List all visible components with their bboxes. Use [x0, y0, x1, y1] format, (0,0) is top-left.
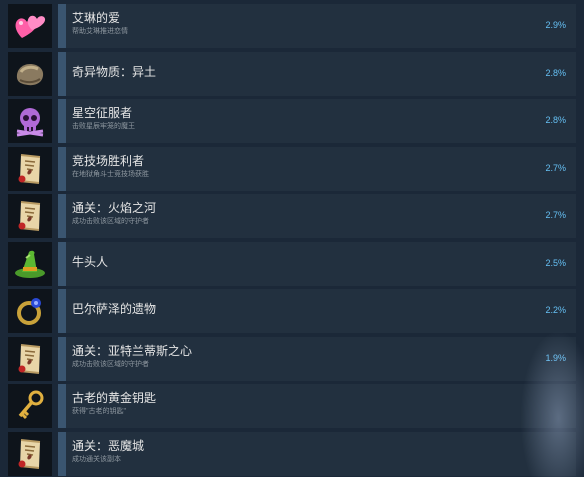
unlock-percent: 2.2%	[545, 305, 566, 315]
progress-fill	[58, 147, 66, 191]
achievement-description: 在地狱角斗士竞技场获胜	[72, 171, 149, 178]
ring-icon	[8, 289, 52, 333]
achievement-row[interactable]: 牛头人 2.5%	[8, 242, 576, 286]
achievement-row[interactable]: 通关：火焰之河成功击败该区域的守护者 2.7%	[8, 194, 576, 238]
achievement-list: 艾琳的爱 帮助艾琳推进恋情 2.9% 奇异物质：异土 2.8% 星空征服者 击败星辰牢笼的魔…	[0, 0, 584, 477]
progress-fill	[58, 337, 66, 381]
progress-fill	[58, 432, 66, 476]
achievement-row[interactable]: 通关：亚特兰蒂斯之心成功击败该区域的守护者 1.9%	[8, 337, 576, 381]
achievement-description: 成功通关该副本	[72, 456, 121, 463]
unlock-percent: 2.5%	[545, 258, 566, 268]
unlock-percent: 2.8%	[545, 68, 566, 78]
unlock-percent: 2.9%	[545, 20, 566, 30]
progress-bar: 奇异物质：异土 2.8%	[58, 52, 576, 96]
achievement-title: 星空征服者	[72, 106, 133, 120]
key-icon	[8, 384, 52, 428]
unlock-percent: 1.9%	[545, 353, 566, 363]
progress-bar: 巴尔萨泽的遗物 2.2%	[58, 289, 576, 333]
achievement-title: 艾琳的爱	[72, 11, 121, 25]
achievement-title: 奇异物质：异土	[72, 65, 157, 79]
achievement-title: 巴尔萨泽的遗物	[72, 302, 157, 316]
achievement-row[interactable]: 巴尔萨泽的遗物 2.2%	[8, 289, 576, 333]
achievement-row[interactable]: 通关：恶魔城成功通关该副本	[8, 432, 576, 476]
achievement-description: 成功击败该区域的守护者	[72, 218, 149, 225]
progress-fill	[58, 52, 66, 96]
scroll-icon	[8, 147, 52, 191]
progress-fill	[58, 242, 66, 286]
achievement-row[interactable]: 星空征服者击败星辰牢笼的魔王 2.8%	[8, 99, 576, 143]
achievement-description: 成功击败该区域的守护者	[72, 361, 149, 368]
achievement-description: 击败星辰牢笼的魔王	[72, 123, 135, 130]
progress-bar: 艾琳的爱帮助艾琳推进恋情 2.9%	[58, 4, 576, 48]
achievement-description: 获得"古老的钥匙"	[72, 408, 126, 415]
progress-fill	[58, 384, 66, 428]
witch-hat-icon	[8, 242, 52, 286]
progress-bar: 星空征服者击败星辰牢笼的魔王 2.8%	[58, 99, 576, 143]
unlock-percent: 2.7%	[545, 163, 566, 173]
scroll-icon	[8, 337, 52, 381]
hearts-icon	[8, 4, 52, 48]
rock-icon	[8, 52, 52, 96]
achievement-title: 通关：亚特兰蒂斯之心	[72, 344, 193, 358]
unlock-percent: 2.8%	[545, 115, 566, 125]
progress-fill	[58, 289, 66, 333]
skull-icon	[8, 99, 52, 143]
achievement-row[interactable]: 奇异物质：异土 2.8%	[8, 52, 576, 96]
achievement-title: 通关：火焰之河	[72, 201, 157, 215]
scroll-icon	[8, 194, 52, 238]
scroll-icon	[8, 432, 52, 476]
achievement-title: 通关：恶魔城	[72, 439, 145, 453]
achievement-row[interactable]: 艾琳的爱帮助艾琳推进恋情 2.9%	[8, 4, 576, 48]
progress-bar: 通关：火焰之河成功击败该区域的守护者 2.7%	[58, 194, 576, 238]
achievement-row[interactable]: 竞技场胜利者在地狱角斗士竞技场获胜 2.7%	[8, 147, 576, 191]
unlock-percent: 2.7%	[545, 210, 566, 220]
achievement-title: 竞技场胜利者	[72, 154, 145, 168]
achievement-description: 帮助艾琳推进恋情	[72, 28, 128, 35]
progress-bar: 古老的黄金钥匙获得"古老的钥匙"	[58, 384, 576, 428]
progress-bar: 通关：恶魔城成功通关该副本	[58, 432, 576, 476]
progress-bar: 通关：亚特兰蒂斯之心成功击败该区域的守护者 1.9%	[58, 337, 576, 381]
achievement-title: 牛头人	[72, 255, 109, 269]
progress-bar: 竞技场胜利者在地狱角斗士竞技场获胜 2.7%	[58, 147, 576, 191]
progress-fill	[58, 99, 66, 143]
achievement-title: 古老的黄金钥匙	[72, 391, 157, 405]
achievement-row[interactable]: 古老的黄金钥匙获得"古老的钥匙"	[8, 384, 576, 428]
progress-fill	[58, 194, 66, 238]
progress-bar: 牛头人 2.5%	[58, 242, 576, 286]
progress-fill	[58, 4, 66, 48]
